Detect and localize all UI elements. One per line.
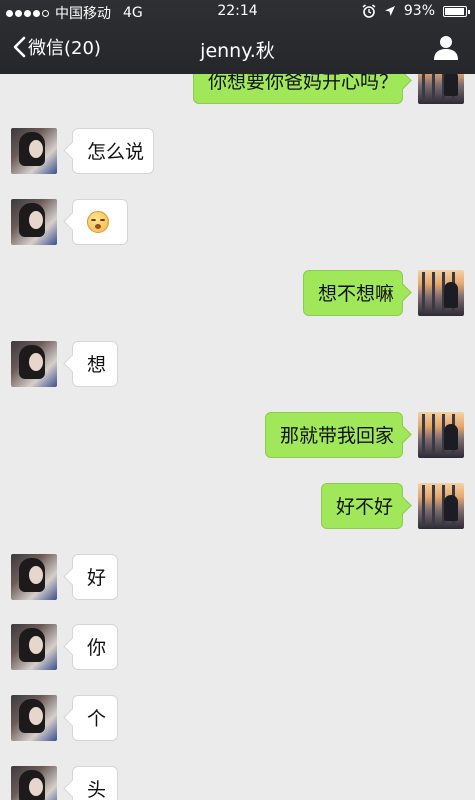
my-avatar[interactable] (418, 74, 464, 104)
location-arrow-icon (384, 6, 395, 16)
battery-icon (443, 5, 470, 17)
my-avatar[interactable] (418, 270, 464, 316)
received-message-bubble[interactable]: 好 (72, 554, 118, 600)
sent-message-bubble[interactable]: 好不好 (321, 483, 403, 529)
message-row: 好 (0, 552, 475, 602)
received-message-bubble[interactable]: 你 (72, 624, 118, 670)
profile-icon[interactable] (433, 34, 459, 60)
alarm-icon (362, 4, 376, 18)
contact-avatar[interactable] (11, 766, 57, 800)
message-text: 想不想嘛 (318, 283, 395, 305)
contact-avatar[interactable] (11, 554, 57, 600)
message-text: 你 (87, 637, 107, 659)
message-row: 那就带我回家 (0, 410, 475, 460)
message-text: 好不好 (336, 496, 394, 518)
message-row: 想 (0, 339, 475, 389)
message-row (0, 197, 475, 247)
message-text: 好 (87, 567, 107, 589)
my-avatar[interactable] (418, 412, 464, 458)
contact-avatar[interactable] (11, 624, 57, 670)
contact-avatar[interactable] (11, 341, 57, 387)
contact-avatar[interactable] (11, 199, 57, 245)
header: 中国移动 4G 22:14 93% 微信(20) jenny.秋 (0, 0, 475, 74)
message-row: 个 (0, 693, 475, 743)
message-text: 个 (87, 708, 107, 730)
message-row: 头 (0, 764, 475, 800)
received-message-bubble[interactable]: 想 (72, 341, 118, 387)
message-text: 头 (87, 779, 107, 800)
message-row: 怎么说 (0, 126, 475, 176)
contact-avatar[interactable] (11, 128, 57, 174)
received-message-bubble[interactable]: 个 (72, 695, 118, 741)
my-avatar[interactable] (418, 483, 464, 529)
received-message-bubble[interactable]: 怎么说 (72, 128, 154, 174)
status-bar: 中国移动 4G 22:14 93% (0, 0, 475, 24)
message-text: 想 (87, 354, 107, 376)
sent-message-bubble[interactable]: 你想要你爸妈开心吗？ (193, 74, 403, 104)
message-text: 那就带我回家 (280, 425, 395, 447)
received-message-bubble[interactable]: 头 (72, 766, 118, 800)
message-row: 你想要你爸妈开心吗？ (0, 74, 475, 106)
message-text: 你想要你爸妈开心吗？ (208, 74, 399, 93)
navigation-bar: 微信(20) jenny.秋 (0, 26, 475, 72)
sent-message-bubble[interactable]: 想不想嘛 (303, 270, 403, 316)
message-row: 想不想嘛 (0, 268, 475, 318)
status-right: 93% (362, 3, 470, 19)
battery-percent: 93% (403, 3, 435, 19)
sent-message-bubble[interactable]: 那就带我回家 (265, 412, 403, 458)
chat-area[interactable]: 你想要你爸妈开心吗？ 怎么说想不想嘛想那就带我回家好不好好你个头 (0, 74, 475, 800)
message-row: 好不好 (0, 481, 475, 531)
battery-level (445, 7, 464, 15)
contact-avatar[interactable] (11, 695, 57, 741)
chat-title: jenny.秋 (200, 40, 275, 62)
message-row: 你 (0, 622, 475, 672)
message-text: 怎么说 (87, 141, 145, 163)
received-message-bubble[interactable] (72, 199, 128, 245)
kiss-face-icon (87, 210, 109, 233)
